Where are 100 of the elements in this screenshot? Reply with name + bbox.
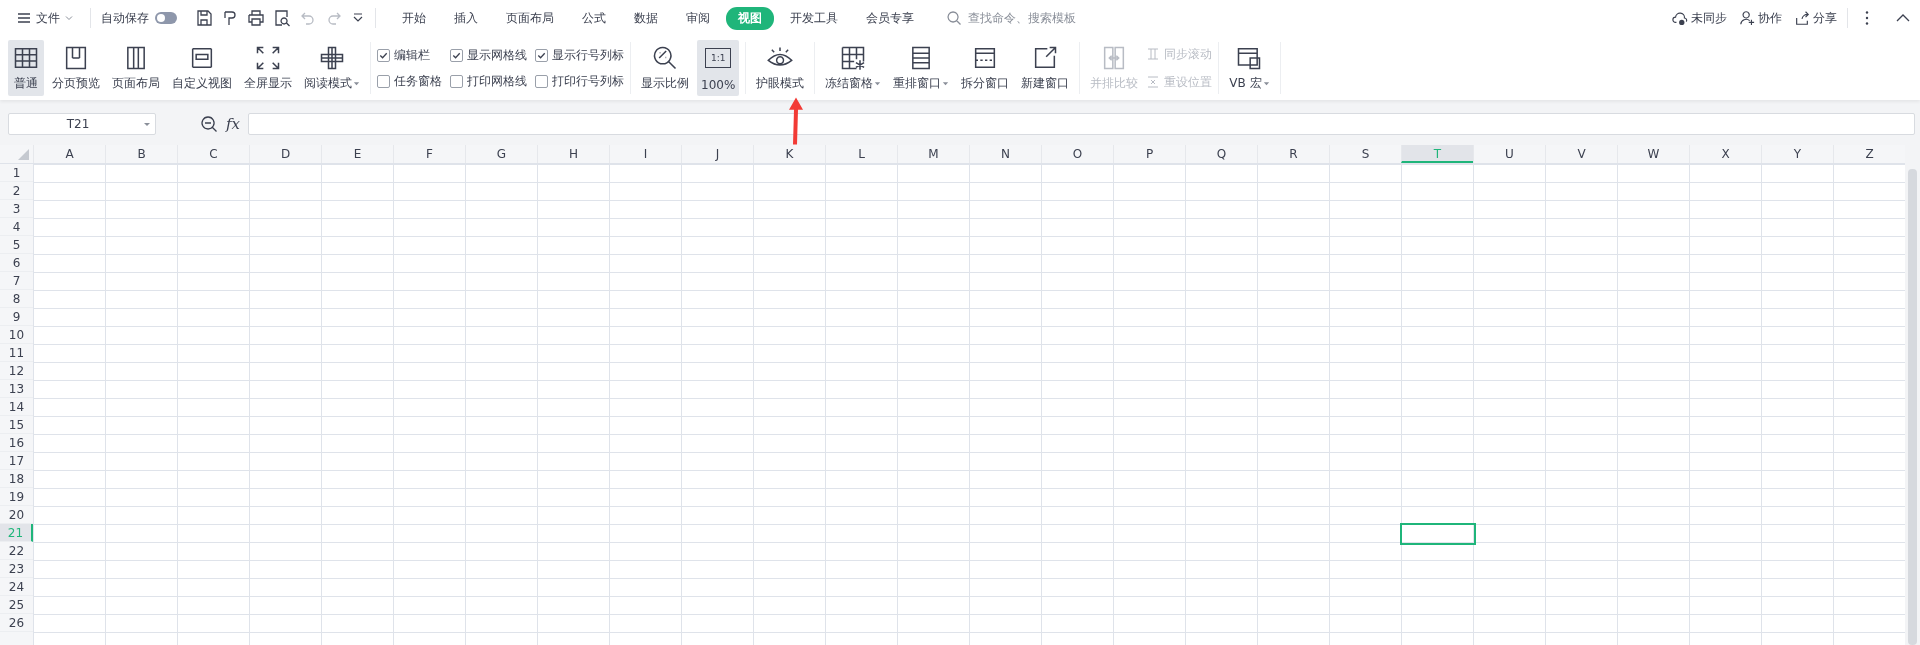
- ribbon-tab[interactable]: 审阅: [674, 6, 722, 30]
- function-label[interactable]: fx: [226, 115, 240, 133]
- column-header[interactable]: M: [897, 145, 969, 163]
- row-header[interactable]: 1: [0, 164, 33, 182]
- row-header[interactable]: 23: [0, 560, 33, 578]
- ribbon-tab[interactable]: 开始: [390, 6, 438, 30]
- column-header[interactable]: V: [1545, 145, 1617, 163]
- column-header[interactable]: X: [1689, 145, 1761, 163]
- row-header[interactable]: 15: [0, 416, 33, 434]
- checkbox-option[interactable]: 显示行号列标: [535, 46, 624, 64]
- ribbon-button[interactable]: 页面布局: [108, 40, 164, 96]
- ribbon-tab[interactable]: 页面布局: [494, 6, 566, 30]
- vertical-scrollbar[interactable]: [1905, 145, 1920, 645]
- checkbox-option[interactable]: 打印网格线: [450, 72, 527, 90]
- format-painter-icon[interactable]: [221, 9, 239, 27]
- row-header[interactable]: 2: [0, 182, 33, 200]
- checkbox-option[interactable]: 任务窗格: [377, 72, 442, 90]
- checkbox[interactable]: [450, 48, 463, 62]
- selected-cell[interactable]: [1400, 523, 1476, 545]
- toolbar-action[interactable]: 分享: [1794, 9, 1837, 27]
- column-header[interactable]: Y: [1761, 145, 1833, 163]
- column-header[interactable]: R: [1257, 145, 1329, 163]
- checkbox-option[interactable]: 编辑栏: [377, 46, 442, 64]
- checkbox[interactable]: [450, 74, 463, 88]
- row-header[interactable]: 18: [0, 470, 33, 488]
- checkbox[interactable]: [377, 48, 390, 62]
- column-header[interactable]: A: [33, 145, 105, 163]
- chevron-down-icon[interactable]: [64, 13, 74, 23]
- ribbon-button[interactable]: 自定义视图: [168, 40, 236, 96]
- cloud-icon: [1672, 10, 1688, 26]
- checkbox[interactable]: [535, 74, 548, 88]
- row-header[interactable]: 17: [0, 452, 33, 470]
- ribbon-tab[interactable]: 会员专享: [854, 6, 926, 30]
- ribbon-button[interactable]: 分页预览: [48, 40, 104, 96]
- ribbon-button[interactable]: 护眼模式: [752, 40, 809, 96]
- toolbar-action[interactable]: 协作: [1739, 9, 1782, 27]
- checkbox-option[interactable]: 显示网格线: [450, 46, 527, 64]
- checkbox[interactable]: [377, 74, 390, 88]
- formula-input[interactable]: [248, 113, 1915, 135]
- column-header[interactable]: N: [969, 145, 1041, 163]
- print-icon[interactable]: [247, 9, 265, 27]
- row-header[interactable]: 24: [0, 578, 33, 596]
- ribbon-tab[interactable]: 数据: [622, 6, 670, 30]
- row-header[interactable]: 5: [0, 236, 33, 254]
- column-header[interactable]: U: [1473, 145, 1545, 163]
- row-header[interactable]: 19: [0, 488, 33, 506]
- ribbon-button[interactable]: 重排窗口: [889, 40, 954, 96]
- column-header[interactable]: W: [1617, 145, 1689, 163]
- cross-shape-icon: [318, 44, 346, 72]
- column-header[interactable]: K: [753, 145, 825, 163]
- column-header[interactable]: L: [825, 145, 897, 163]
- row-header[interactable]: 3: [0, 200, 33, 218]
- column-header[interactable]: F: [393, 145, 465, 163]
- ribbon-button[interactable]: 拆分窗口: [957, 40, 1014, 96]
- column-header[interactable]: G: [465, 145, 537, 163]
- name-box[interactable]: T21: [8, 113, 156, 135]
- row-header[interactable]: 6: [0, 254, 33, 272]
- ribbon-button[interactable]: 冻结窗格: [821, 40, 886, 96]
- ribbon-button[interactable]: 新建窗口: [1017, 40, 1074, 96]
- row-header[interactable]: 12: [0, 362, 33, 380]
- row-header[interactable]: 4: [0, 218, 33, 236]
- ribbon-button[interactable]: 全屏显示: [240, 40, 296, 96]
- column-header[interactable]: I: [609, 145, 681, 163]
- row-header[interactable]: 9: [0, 308, 33, 326]
- column-header[interactable]: Q: [1185, 145, 1257, 163]
- ribbon-button[interactable]: 显示比例: [637, 40, 693, 96]
- ribbon-tab[interactable]: 公式: [570, 6, 618, 30]
- column-header[interactable]: P: [1113, 145, 1185, 163]
- row-header[interactable]: 11: [0, 344, 33, 362]
- toolbar-action[interactable]: 未同步: [1672, 9, 1727, 27]
- checkbox[interactable]: [535, 48, 548, 62]
- row-header[interactable]: 16: [0, 434, 33, 452]
- ribbon-button[interactable]: 1:1 100%: [697, 40, 740, 96]
- print-preview-icon[interactable]: [273, 9, 291, 27]
- row-header[interactable]: 10: [0, 326, 33, 344]
- row-header[interactable]: 7: [0, 272, 33, 290]
- column-header[interactable]: H: [537, 145, 609, 163]
- row-header[interactable]: 25: [0, 596, 33, 614]
- row-header[interactable]: 13: [0, 380, 33, 398]
- column-header[interactable]: J: [681, 145, 753, 163]
- ribbon-button[interactable]: 普通: [8, 40, 44, 96]
- ribbon-tab[interactable]: 插入: [442, 6, 490, 30]
- row-header[interactable]: 26: [0, 614, 33, 632]
- autosave-toggle[interactable]: [155, 12, 177, 24]
- column-header[interactable]: E: [321, 145, 393, 163]
- row-header[interactable]: 22: [0, 542, 33, 560]
- ribbon-tab[interactable]: 开发工具: [778, 6, 850, 30]
- ribbon-button[interactable]: VB 宏: [1225, 40, 1274, 96]
- select-all-icon[interactable]: [18, 149, 29, 160]
- file-menu[interactable]: 文件: [10, 5, 80, 31]
- row-header[interactable]: 14: [0, 398, 33, 416]
- save-icon[interactable]: [195, 9, 213, 27]
- checkbox-option[interactable]: 打印行号列标: [535, 72, 624, 90]
- row-header[interactable]: 8: [0, 290, 33, 308]
- column-header[interactable]: D: [249, 145, 321, 163]
- column-header[interactable]: C: [177, 145, 249, 163]
- column-header[interactable]: O: [1041, 145, 1113, 163]
- column-header[interactable]: B: [105, 145, 177, 163]
- ribbon-button[interactable]: 阅读模式: [300, 40, 364, 96]
- share-icon: [1794, 10, 1810, 26]
